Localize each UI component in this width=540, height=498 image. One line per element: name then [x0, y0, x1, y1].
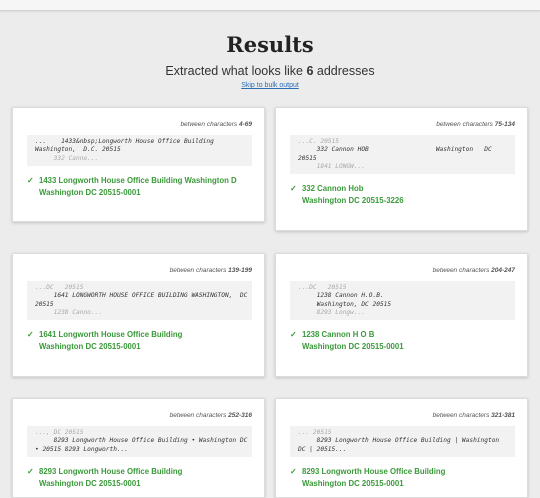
snippet-line: 8293 Longworth House Office Building • W… [35, 437, 248, 445]
snippet-line: 8293 Longworth House Office Building | W… [298, 437, 500, 445]
address-line: 1433 Longworth House Office Building Was… [39, 176, 237, 185]
range-value: 75-134 [494, 121, 515, 128]
range-value: 4-69 [238, 121, 252, 128]
address-line: Washington DC 20515-0001 [39, 188, 141, 197]
snippet-line: • 20515 8293 Longworth... [35, 445, 129, 453]
snippet-line: ...DC 20515 [298, 284, 347, 291]
snippet-line: 332 Cannon HOB Washington DC [298, 146, 492, 154]
checkmark-icon: ✓ [27, 467, 34, 476]
range-label: between characters [180, 121, 239, 128]
address-line: 1238 Cannon H O B [302, 330, 375, 339]
range-label: between characters [432, 412, 492, 419]
snippet-line: 1641 LONGWORTH HOUSE OFFICE BUILDING WAS… [35, 292, 248, 300]
source-snippet: ...C. 20515 332 Cannon HOB Washington DC… [290, 135, 515, 175]
summary-prefix: Extracted what looks like [165, 64, 307, 78]
source-snippet: ...DC 20515 1641 LONGWORTH HOUSE OFFICE … [27, 281, 252, 321]
address-line: Washington DC 20515-0001 [302, 342, 404, 351]
snippet-line: 1841 LONGW... [298, 162, 366, 170]
source-snippet: ..., DC 20515 8293 Longworth House Offic… [27, 426, 252, 457]
character-range: between characters 252-316 [170, 412, 252, 419]
range-label: between characters [436, 121, 495, 128]
range-value: 252-316 [228, 412, 252, 419]
checkmark-icon: ✓ [27, 330, 34, 339]
skip-to-bulk-output-link[interactable]: Skip to bulk output [0, 82, 540, 89]
character-range: between characters 4-69 [180, 121, 252, 128]
range-value: 204-247 [491, 267, 515, 274]
snippet-line: Washington, DC 20515 [298, 300, 392, 308]
checkmark-icon: ✓ [290, 467, 297, 476]
range-label: between characters [169, 267, 229, 274]
address-card: between characters 321-381 ... 20515 829… [275, 398, 528, 498]
address-line: 8293 Longworth House Office Building [39, 467, 183, 476]
address-line: 1641 Longworth House Office Building [39, 330, 183, 339]
summary-suffix: addresses [313, 64, 375, 78]
snippet-line: 1238 Canno... [35, 308, 103, 316]
snippet-line: Washington, D.C. 20515 [35, 146, 121, 154]
checkmark-icon: ✓ [290, 184, 297, 193]
snippet-line: DC | 20515... [298, 445, 347, 453]
snippet-line: 1238 Cannon H.O.B. [298, 292, 384, 300]
address-line: Washington DC 20515-0001 [39, 342, 141, 351]
results-summary: Extracted what looks like 6 addresses [0, 64, 540, 78]
character-range: between characters 204-247 [433, 267, 515, 274]
checkmark-icon: ✓ [27, 176, 34, 185]
address-line: Washington DC 20515-0001 [302, 479, 404, 488]
address-line: Washington DC 20515-0001 [39, 479, 141, 488]
snippet-line: 20515 [35, 300, 54, 308]
top-bar [0, 0, 540, 11]
address-card: between characters 4-69 ... 1433&nbsp;Lo… [12, 107, 265, 222]
address-line: Washington DC 20515-3226 [302, 196, 404, 205]
range-value: 321-381 [491, 412, 515, 419]
character-range: between characters 75-134 [436, 121, 515, 128]
source-snippet: ... 20515 8293 Longworth House Office Bu… [290, 426, 515, 457]
snippet-line: ...DC 20515 [35, 284, 84, 291]
snippet-line: 332 Canno... [35, 154, 99, 162]
snippet-line: 8293 Longw... [298, 308, 366, 316]
address-card: between characters 139-199 ...DC 20515 1… [12, 253, 265, 377]
character-range: between characters 321-381 [433, 412, 515, 419]
address-line: 8293 Longworth House Office Building [302, 467, 446, 476]
address-card: between characters 252-316 ..., DC 20515… [12, 398, 265, 498]
source-snippet: ...DC 20515 1238 Cannon H.O.B. Washingto… [290, 281, 515, 321]
character-range: between characters 139-199 [170, 267, 252, 274]
address-card: between characters 204-247 ...DC 20515 1… [275, 253, 528, 377]
address-card: between characters 75-134 ...C. 20515 33… [275, 107, 528, 231]
source-snippet: ... 1433&nbsp;Longworth House Office Bui… [27, 135, 252, 166]
address-line: 332 Cannon Hob [302, 184, 364, 193]
range-label: between characters [169, 412, 229, 419]
range-value: 139-199 [228, 267, 252, 274]
snippet-line: 20515 [298, 154, 317, 162]
page-title: Results [226, 32, 314, 57]
checkmark-icon: ✓ [290, 330, 297, 339]
range-label: between characters [432, 267, 492, 274]
